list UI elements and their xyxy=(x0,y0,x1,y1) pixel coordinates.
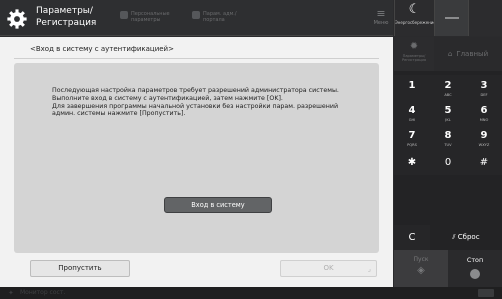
divider xyxy=(14,58,379,59)
key-9[interactable]: 9 WXYZ xyxy=(466,125,502,150)
c-key[interactable]: C xyxy=(394,225,430,250)
key-3[interactable]: 3 DEF xyxy=(466,75,502,100)
clear-label: Сброс xyxy=(457,233,480,241)
status-indicator-icon xyxy=(478,289,494,297)
key-4[interactable]: 4 GHI xyxy=(394,100,430,125)
key-letters: MNO xyxy=(479,118,489,122)
menu-icon: ≡ xyxy=(376,7,386,20)
home-icon: ⌂ xyxy=(447,50,453,58)
key-8[interactable]: 8 TUV xyxy=(430,125,466,150)
page-title: Параметры/ Регистрация xyxy=(36,5,116,29)
menu-label: Меню xyxy=(373,20,389,26)
moon-icon: ☾ xyxy=(408,2,421,17)
key-letters: ABC xyxy=(444,93,452,97)
key-letters: PQRS xyxy=(407,143,417,147)
header-bar: Параметры/ Регистрация Персональные парам… xyxy=(0,0,393,36)
key-letters: TUV xyxy=(444,143,452,147)
key-7[interactable]: 7 PQRS xyxy=(394,125,430,150)
key-digit: 5 xyxy=(444,105,452,116)
tab-admin-settings[interactable]: Парам. адм./портала xyxy=(192,11,272,25)
ok-label: OK xyxy=(323,264,334,272)
gear-icon xyxy=(7,9,27,29)
key-digit: # xyxy=(479,157,489,168)
tab1-line2: параметры xyxy=(131,17,161,23)
key-digit: 9 xyxy=(480,130,488,141)
key-2[interactable]: 2 ABC xyxy=(430,75,466,100)
key-digit: 4 xyxy=(408,105,416,116)
status-monitor-link[interactable]: Монитор сост. xyxy=(20,289,65,297)
key-digit: 2 xyxy=(444,80,452,91)
menu-button[interactable]: ≡ Меню xyxy=(372,8,390,30)
page-title-line1: Параметры/ xyxy=(36,6,93,16)
key-digit: 0 xyxy=(444,157,452,168)
login-dialog: <Вход в систему с аутентификацией> После… xyxy=(0,37,393,287)
person-icon xyxy=(120,11,128,19)
corner-arrow-icon: ⌟ xyxy=(367,265,371,273)
status-bar: ✦ Монитор сост. xyxy=(0,287,502,299)
start-diamond-icon: ◈ xyxy=(417,265,425,276)
energy-saver-button[interactable]: ☾ Энергосбережение xyxy=(394,0,436,36)
message-line: Последующая настройка параметров требует… xyxy=(52,87,339,94)
key-1[interactable]: 1 xyxy=(394,75,430,100)
message-line: Для завершения программы начальной устан… xyxy=(52,102,339,110)
key-6[interactable]: 6 MNO xyxy=(466,100,502,125)
screen: Параметры/ Регистрация Персональные парам… xyxy=(0,0,502,299)
key-0[interactable]: 0 xyxy=(430,150,466,175)
ok-button[interactable]: OK ⌟ xyxy=(280,260,377,277)
key-star[interactable]: ✱ xyxy=(394,150,430,175)
dash-icon xyxy=(445,17,459,19)
top-right-area xyxy=(468,0,502,36)
gear-icon: ✹ xyxy=(409,41,419,52)
key-5[interactable]: 5 JKL xyxy=(430,100,466,125)
settings-registration-button[interactable]: ✹ Параметры/ Регистрация xyxy=(394,37,434,71)
message-line: Выполните вход в систему с аутентификаци… xyxy=(52,94,283,102)
dialog-title: <Вход в систему с аутентификацией> xyxy=(30,45,174,53)
home-button[interactable]: ⌂ Главный xyxy=(434,37,502,71)
start-label: Пуск xyxy=(413,256,429,263)
energy-saver-label: Энергосбережение xyxy=(395,20,436,25)
key-digit: 6 xyxy=(480,105,488,116)
start-button[interactable]: Пуск ◈ xyxy=(394,250,448,287)
key-letters: WXYZ xyxy=(478,143,490,147)
stop-button[interactable]: Стоп xyxy=(448,250,502,287)
key-digit: 8 xyxy=(444,130,452,141)
message-line: админ. системы нажмите [Пропустить]. xyxy=(52,110,186,118)
minimize-button[interactable] xyxy=(434,0,468,36)
key-hash[interactable]: # xyxy=(466,150,502,175)
key-letters: JKL xyxy=(445,118,451,122)
keypad-panel: ✹ Параметры/ Регистрация ⌂ Главный 1 2 ABC… xyxy=(394,37,502,287)
settings-label-line2: Регистрация xyxy=(401,58,427,62)
tab-admin-label: Парам. адм./портала xyxy=(203,11,237,23)
tab2-line2: портала xyxy=(203,17,225,23)
login-button[interactable]: Вход в систему xyxy=(164,197,272,213)
tab-personal-label: Персональные параметры xyxy=(131,11,170,23)
key-letters: GHI xyxy=(408,118,416,122)
admin-icon xyxy=(192,11,200,19)
key-digit: 7 xyxy=(408,130,416,141)
key-letters: DEF xyxy=(480,93,488,97)
key-digit: 3 xyxy=(480,80,488,91)
page-title-line2: Регистрация xyxy=(36,18,97,28)
dialog-message-panel: Последующая настройка параметров требует… xyxy=(14,63,379,253)
tab-personal-settings[interactable]: Персональные параметры xyxy=(120,11,186,25)
dialog-message: Последующая настройка параметров требует… xyxy=(52,87,352,118)
clear-button[interactable]: ⫽ Сброс xyxy=(430,225,502,250)
stop-icon xyxy=(470,269,480,279)
key-digit: ✱ xyxy=(407,157,417,168)
key-digit: 1 xyxy=(408,80,416,91)
home-label: Главный xyxy=(456,50,489,58)
status-monitor-icon: ✦ xyxy=(8,289,14,297)
stop-label: Стоп xyxy=(466,256,484,264)
skip-button[interactable]: Пропустить xyxy=(30,260,130,277)
c-key-label: C xyxy=(408,232,416,243)
